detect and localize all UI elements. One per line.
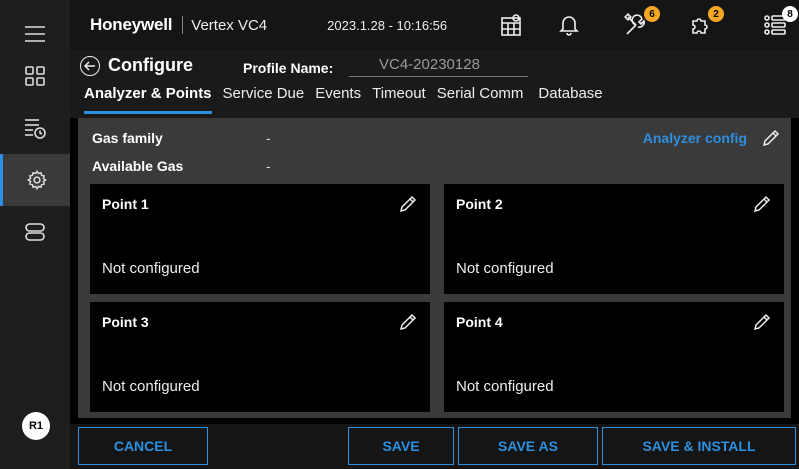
point-3-card[interactable]: Point 3 Not configured — [90, 302, 430, 412]
point-title: Point 3 — [102, 314, 149, 330]
profile-name-field[interactable]: VC4-20230128 — [349, 55, 528, 77]
brand-divider — [182, 16, 184, 34]
tab-timeout[interactable]: Timeout — [372, 83, 426, 115]
point-status: Not configured — [102, 378, 200, 395]
device-name: Vertex VC4 — [191, 16, 268, 34]
settings-gear-icon[interactable] — [0, 154, 70, 206]
tab-serial-comm[interactable]: Serial Comm — [437, 83, 524, 115]
calendar-check-icon[interactable] — [498, 10, 524, 40]
available-gas-label: Available Gas — [92, 158, 184, 174]
save-button[interactable]: SAVE — [348, 427, 454, 465]
point-2-edit-icon[interactable] — [752, 194, 772, 219]
list-count-badge: 8 — [782, 6, 798, 22]
title-bar: Configure Profile Name: VC4-20230128 Ana… — [70, 50, 799, 118]
list-status-icon[interactable]: 8 — [760, 6, 798, 40]
devices-icon[interactable] — [0, 206, 70, 258]
datetime-display: 2023.1.28 - 10:16:56 — [327, 17, 448, 33]
tab-analyzer-points[interactable]: Analyzer & Points — [84, 83, 212, 115]
gas-family-value: - — [266, 130, 271, 146]
alerts-puzzle-icon[interactable]: 2 — [686, 6, 724, 40]
save-and-install-button[interactable]: SAVE & INSTALL — [602, 427, 796, 465]
user-role-badge[interactable]: R1 — [22, 412, 50, 440]
point-title: Point 2 — [456, 196, 503, 212]
cancel-button[interactable]: CANCEL — [78, 427, 208, 465]
footer-actions: CANCEL SAVE SAVE AS SAVE & INSTALL — [70, 424, 799, 469]
profile-name-label: Profile Name: — [243, 60, 334, 76]
tab-service-due[interactable]: Service Due — [223, 83, 305, 115]
point-2-card[interactable]: Point 2 Not configured — [444, 184, 784, 294]
analyzer-config-edit-icon[interactable] — [761, 128, 781, 153]
brand-logo: Honeywell — [90, 15, 173, 34]
alerts-count-badge: 2 — [708, 6, 724, 22]
page-title: Configure — [108, 55, 193, 75]
available-gas-value: - — [266, 158, 271, 174]
point-title: Point 1 — [102, 196, 149, 212]
point-1-edit-icon[interactable] — [398, 194, 418, 219]
point-4-card[interactable]: Point 4 Not configured — [444, 302, 784, 412]
point-1-card[interactable]: Point 1 Not configured — [90, 184, 430, 294]
point-status: Not configured — [102, 260, 200, 277]
notification-bell-icon[interactable] — [556, 10, 582, 40]
point-title: Point 4 — [456, 314, 503, 330]
tab-database[interactable]: Database — [538, 83, 602, 115]
point-status: Not configured — [456, 260, 554, 277]
sidebar: R1 — [0, 0, 70, 469]
tab-bar: Analyzer & Points Service Due Events Tim… — [84, 83, 614, 115]
top-header: Honeywell Vertex VC4 2023.1.28 - 10:16:5… — [70, 0, 799, 50]
tab-events[interactable]: Events — [315, 83, 361, 115]
maintenance-count-badge: 6 — [644, 6, 660, 22]
gas-family-label: Gas family — [92, 130, 163, 146]
point-status: Not configured — [456, 378, 554, 395]
event-history-icon[interactable] — [0, 102, 70, 154]
back-arrow-icon[interactable] — [80, 56, 100, 76]
analyzer-config-link[interactable]: Analyzer config — [643, 130, 747, 146]
point-3-edit-icon[interactable] — [398, 312, 418, 337]
point-4-edit-icon[interactable] — [752, 312, 772, 337]
dashboard-grid-icon[interactable] — [0, 50, 70, 102]
save-as-button[interactable]: SAVE AS — [458, 427, 598, 465]
maintenance-tools-icon[interactable]: 6 — [622, 6, 660, 40]
main-content: Gas family - Available Gas - Analyzer co… — [78, 118, 791, 418]
